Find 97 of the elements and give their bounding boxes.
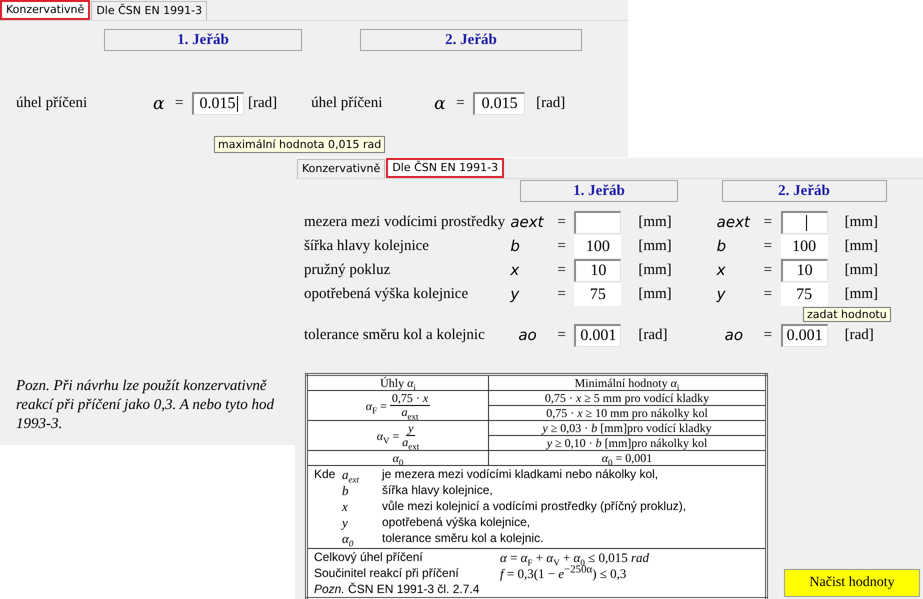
- unit-text: [mm]: [638, 262, 672, 278]
- input-field[interactable]: 75: [780, 282, 828, 306]
- text-cursor: [806, 214, 807, 230]
- legend-text: opotřebená výška kolejnice,: [382, 515, 532, 531]
- crane-header: 1. Jeřáb: [520, 180, 678, 202]
- unit-text: [rad]: [248, 95, 278, 112]
- unit-text: [mm]: [844, 214, 878, 230]
- tab[interactable]: Konzervativně: [297, 159, 386, 178]
- table-cell: 0,75 · x ≥ 5 mm pro vodící kladky: [488, 390, 766, 406]
- symbol-text: y: [510, 285, 520, 303]
- tab[interactable]: Konzervativně: [0, 0, 90, 20]
- fraction-denominator: a$_{ext}$: [402, 436, 420, 449]
- text-cursor: [236, 96, 238, 112]
- total-formula: α = α$_{F}$ + α$_{V}$ + α$_{0}$ ≤ 0,015 rad: [500, 550, 650, 566]
- legend-text: šířka hlavy kolejnice,: [382, 483, 494, 499]
- unit-text: [mm]: [844, 238, 878, 254]
- input-field[interactable]: 100: [780, 234, 828, 258]
- fraction-denominator: a$_{ext}$: [402, 406, 419, 419]
- tab[interactable]: Dle ČSN EN 1991-3: [91, 1, 208, 20]
- tab[interactable]: Dle ČSN EN 1991-3: [386, 158, 504, 178]
- symbol-text: α: [434, 94, 447, 114]
- unit-text: [rad]: [536, 95, 566, 112]
- input-field[interactable]: 0.015: [192, 92, 244, 115]
- equals-text: =: [557, 286, 567, 302]
- input-field[interactable]: 100: [574, 234, 622, 258]
- field-label: pružný pokluz: [304, 262, 392, 278]
- field-label: úhel příčeni: [311, 95, 384, 112]
- equals-text: =: [764, 238, 774, 254]
- equals-text: =: [764, 262, 774, 278]
- symbol-text: x: [716, 261, 727, 279]
- symbol-text: b: [716, 237, 728, 255]
- legend-lead: Kde: [314, 467, 336, 483]
- table-cell: 0,75 · x ≥ 10 mm pro nákolky kol: [488, 406, 766, 420]
- input-field[interactable]: 0.001: [780, 324, 828, 346]
- symbol-text: aext: [510, 213, 545, 231]
- legend-text: je mezera mezi vodícími kladkami nebo nákolky kol,: [382, 467, 660, 483]
- field-label: tolerance směru kol a kolejnic: [304, 326, 486, 344]
- input-field[interactable]: 10: [780, 258, 828, 282]
- field-label: mezera mezi vodícimi prostředky: [304, 214, 506, 230]
- unit-text: [mm]: [844, 286, 878, 302]
- equals-text: =: [557, 238, 567, 254]
- input-field[interactable]: [780, 210, 828, 234]
- symbol-text: ao: [724, 326, 744, 344]
- formula-text: α$_{F}$ =: [366, 398, 387, 412]
- equals-text: =: [557, 262, 567, 278]
- formula-text: α$_{0}$: [392, 451, 404, 465]
- equals-text: =: [557, 326, 567, 344]
- symbol-text: α: [153, 94, 166, 114]
- input-field[interactable]: [574, 210, 622, 234]
- input-field[interactable]: 0.001: [574, 324, 622, 346]
- legend-symbol: a$_{ext}$: [342, 467, 360, 483]
- unit-text: [rad]: [844, 326, 874, 344]
- symbol-text: aext: [716, 213, 752, 231]
- legend-symbol: α$_{0}$: [342, 531, 354, 547]
- field-label: úhel příčeni: [16, 95, 88, 112]
- unit-text: [mm]: [638, 238, 672, 254]
- legend-text: tolerance směru kol a kolejnic.: [382, 531, 544, 547]
- total-label: Celkový úhel příčení: [314, 550, 424, 566]
- unit-text: [mm]: [638, 286, 672, 302]
- total-label: Součinitel reakcí při příčení: [314, 566, 460, 582]
- legend-symbol: x: [342, 499, 349, 515]
- input-field[interactable]: 75: [574, 282, 622, 306]
- symbol-text: b: [510, 237, 521, 255]
- legend-symbol: b: [342, 483, 350, 499]
- unit-text: [mm]: [638, 214, 672, 230]
- equals-text: =: [557, 214, 567, 230]
- equals-text: =: [764, 214, 774, 230]
- symbol-text: x: [510, 261, 520, 279]
- note-text: Pozn. Při návrhu lze použít konzervativně reakcí při příčení jako 0,3. A nebo tyto hod 1993-3.: [16, 377, 276, 434]
- total-formula: f = 0,3(1 − e$^{−250α}$) ≤ 0,3: [500, 566, 626, 582]
- tooltip: zadat hodnotu: [803, 307, 891, 322]
- equals-text: =: [764, 286, 774, 302]
- tooltip: maximální hodnota 0,015 rad: [214, 136, 386, 153]
- unit-text: [mm]: [844, 262, 878, 278]
- legend-text: vůle mezi kolejnicí a vodícími prostředky (příčný prokluz),: [382, 499, 688, 515]
- input-field[interactable]: 10: [574, 258, 622, 282]
- fraction-numerator: 0,75 · x: [390, 392, 430, 406]
- field-label: šířka hlavy kolejnice: [304, 238, 430, 254]
- table-cell: y ≥ 0,03 · b [mm]pro vodící kladky: [488, 420, 766, 436]
- symbol-text: y: [716, 285, 727, 303]
- table-note: Pozn. ČSN EN 1991-3 čl. 2.7.4: [314, 582, 480, 596]
- fraction-numerator: y: [406, 422, 416, 436]
- equals-text: =: [456, 95, 466, 112]
- legend-symbol: y: [342, 515, 349, 531]
- column-header: Úhly α$_{i}$: [306, 374, 488, 390]
- load-values-button[interactable]: Načist hodnoty: [784, 569, 920, 597]
- crane-header: 1. Jeřáb: [104, 29, 302, 51]
- symbol-text: ao: [517, 326, 538, 344]
- input-field[interactable]: 0.015: [473, 92, 526, 115]
- crane-header: 2. Jeřáb: [722, 180, 886, 202]
- equals-text: =: [764, 326, 774, 344]
- formula-text: α$_{V}$ =: [376, 428, 400, 442]
- table-cell: y ≥ 0,10 · b [mm]pro nákolky kol: [488, 436, 766, 450]
- equals-text: =: [175, 95, 184, 112]
- field-label: opotřebená výška kolejnice: [304, 286, 470, 302]
- crane-header: 2. Jeřáb: [360, 29, 582, 51]
- unit-text: [rad]: [638, 326, 668, 344]
